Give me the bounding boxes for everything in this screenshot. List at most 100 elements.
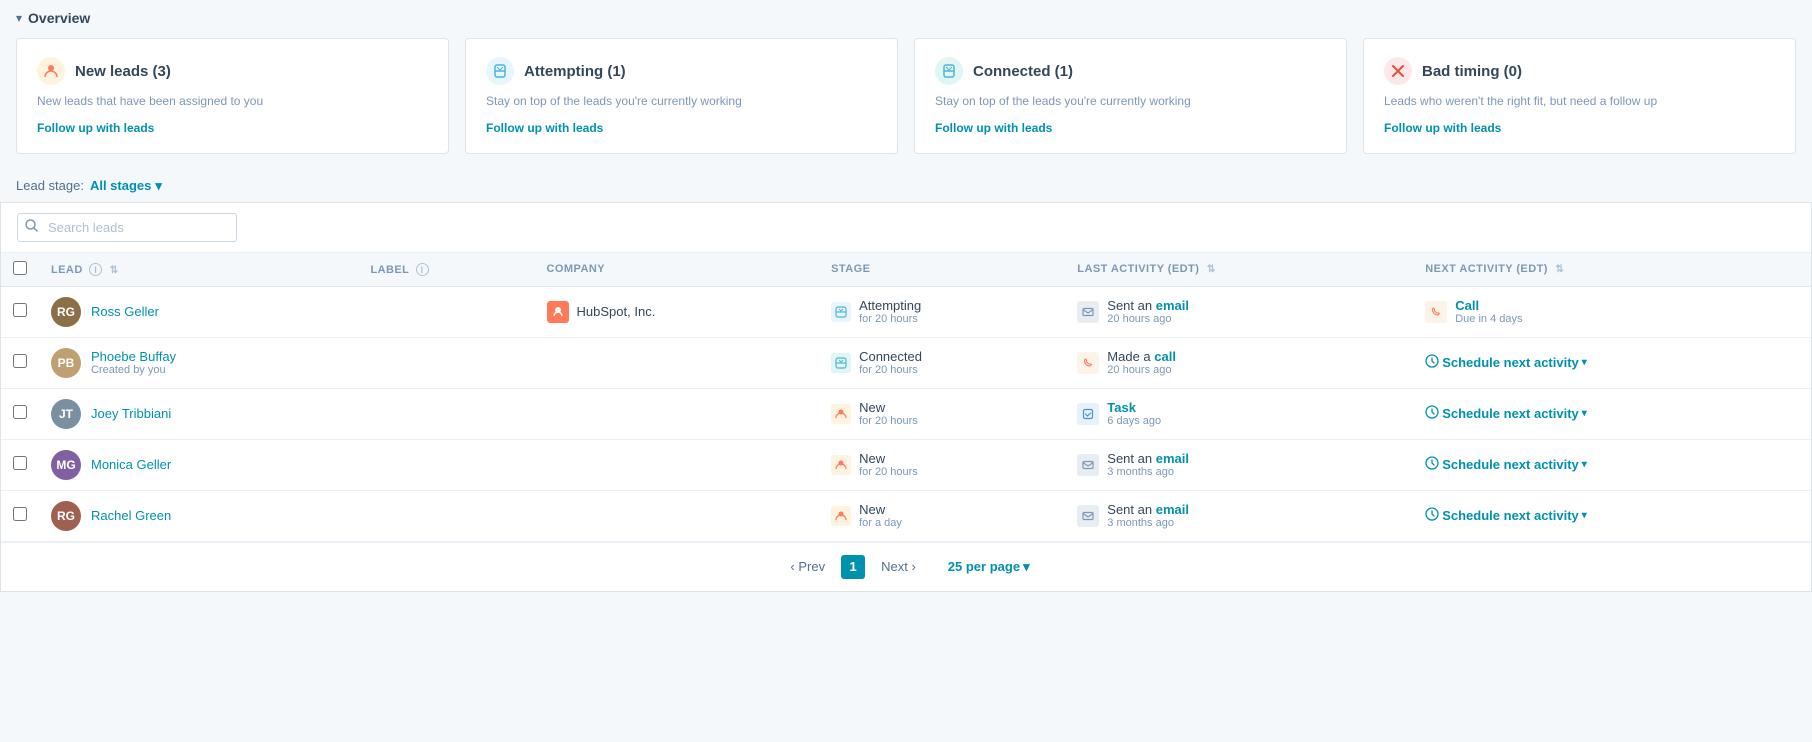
table-container: LEAD i ⇅ LABEL i COMPANY STAGE LAST ACTI…: [0, 202, 1812, 592]
lead-name[interactable]: Rachel Green: [91, 508, 171, 523]
row-checkbox[interactable]: [13, 405, 27, 419]
schedule-label: Schedule next activity: [1442, 406, 1579, 421]
card-icon-attempting: [486, 57, 514, 85]
company-name: HubSpot, Inc.: [577, 304, 656, 319]
search-icon: [25, 219, 38, 235]
schedule-next-activity-button[interactable]: Schedule next activity ▾: [1425, 507, 1587, 524]
activity-time: 6 days ago: [1107, 415, 1161, 427]
schedule-next-activity-button[interactable]: Schedule next activity ▾: [1425, 405, 1587, 422]
lead-stage-filter-button[interactable]: All stages ▾: [90, 178, 162, 194]
label-cell: [358, 439, 534, 490]
lead-info-icon: i: [89, 263, 102, 276]
lead-cell: MG Monica Geller: [51, 450, 346, 480]
card-icon-bad-timing: [1384, 57, 1412, 85]
activity-link[interactable]: email: [1156, 451, 1189, 466]
stage-duration: for 20 hours: [859, 364, 922, 376]
next-activity-name[interactable]: Call: [1455, 298, 1522, 313]
lead-info: Joey Tribbiani: [91, 406, 171, 421]
activity-time: 20 hours ago: [1107, 313, 1189, 325]
row-checkbox[interactable]: [13, 456, 27, 470]
activity-time: 3 months ago: [1107, 517, 1189, 529]
activity-text: Sent an email: [1107, 451, 1189, 466]
stage-cell: Connected for 20 hours: [831, 349, 1053, 376]
activity-link[interactable]: Task: [1107, 400, 1136, 415]
next-activity-sort-icon[interactable]: ⇅: [1555, 264, 1564, 275]
next-activity-cell-td: Schedule next activity ▾: [1413, 439, 1811, 490]
search-input[interactable]: [17, 213, 237, 242]
next-activity-cell-td: Schedule next activity ▾: [1413, 490, 1811, 541]
lead-sort-icon[interactable]: ⇅: [110, 265, 119, 276]
card-header-bad-timing: Bad timing (0): [1384, 57, 1775, 85]
card-link-bad-timing[interactable]: Follow up with leads: [1384, 121, 1501, 135]
row-checkbox[interactable]: [13, 507, 27, 521]
leads-table: LEAD i ⇅ LABEL i COMPANY STAGE LAST ACTI…: [1, 253, 1811, 542]
company-cell-td: [535, 439, 820, 490]
stage-name: New: [859, 400, 918, 415]
card-header-new-leads: New leads (3): [37, 57, 428, 85]
lead-cell: RG Rachel Green: [51, 501, 346, 531]
prev-chevron-icon: ‹: [790, 559, 794, 574]
lead-info: Ross Geller: [91, 304, 159, 319]
next-button[interactable]: Next ›: [873, 555, 924, 578]
header-company: COMPANY: [535, 253, 820, 287]
card-title-connected: Connected (1): [973, 63, 1073, 80]
schedule-next-activity-button[interactable]: Schedule next activity ▾: [1425, 354, 1587, 371]
per-page-chevron-icon: ▾: [1023, 559, 1030, 575]
row-checkbox-cell: [1, 337, 39, 388]
summary-card-bad-timing: Bad timing (0) Leads who weren't the rig…: [1363, 38, 1796, 154]
row-checkbox[interactable]: [13, 354, 27, 368]
select-all-checkbox[interactable]: [13, 261, 27, 275]
schedule-next-activity-button[interactable]: Schedule next activity ▾: [1425, 456, 1587, 473]
last-activity-cell: Sent an email 3 months ago: [1077, 502, 1401, 529]
last-activity-cell-td: Sent an email 20 hours ago: [1065, 286, 1413, 337]
last-activity-cell-td: Task 6 days ago: [1065, 388, 1413, 439]
lead-cell-td: PB Phoebe Buffay Created by you: [39, 337, 358, 388]
stage-cell: New for a day: [831, 502, 1053, 529]
stage-duration: for 20 hours: [859, 415, 918, 427]
lead-name[interactable]: Monica Geller: [91, 457, 171, 472]
stage-duration: for a day: [859, 517, 902, 529]
company-cell-td: [535, 337, 820, 388]
prev-label: Prev: [798, 559, 825, 574]
avatar: PB: [51, 348, 81, 378]
row-checkbox[interactable]: [13, 303, 27, 317]
table-row: RG Ross Geller HubSpot, Inc.: [1, 286, 1811, 337]
lead-cell: JT Joey Tribbiani: [51, 399, 346, 429]
last-activity-cell: Task 6 days ago: [1077, 400, 1401, 427]
last-activity-cell-td: Made a call 20 hours ago: [1065, 337, 1413, 388]
schedule-chevron-icon: ▾: [1582, 408, 1587, 419]
card-link-attempting[interactable]: Follow up with leads: [486, 121, 603, 135]
stage-name: Attempting: [859, 298, 921, 313]
stage-icon: [831, 506, 851, 526]
summary-cards: New leads (3) New leads that have been a…: [0, 32, 1812, 170]
activity-time: 20 hours ago: [1107, 364, 1176, 376]
next-activity-cell-td: Call Due in 4 days: [1413, 286, 1811, 337]
lead-name[interactable]: Joey Tribbiani: [91, 406, 171, 421]
activity-link[interactable]: email: [1156, 502, 1189, 517]
card-link-connected[interactable]: Follow up with leads: [935, 121, 1052, 135]
last-activity-cell-td: Sent an email 3 months ago: [1065, 439, 1413, 490]
label-cell: [358, 286, 534, 337]
prev-button[interactable]: ‹ Prev: [782, 555, 833, 578]
stage-cell-td: Attempting for 20 hours: [819, 286, 1065, 337]
table-row: JT Joey Tribbiani New for 20 hours Task: [1, 388, 1811, 439]
overview-header[interactable]: ▾ Overview: [0, 0, 1812, 32]
card-link-new-leads[interactable]: Follow up with leads: [37, 121, 154, 135]
per-page-button[interactable]: 25 per page ▾: [948, 559, 1030, 575]
search-bar-row: [1, 202, 1811, 253]
page-1-button[interactable]: 1: [841, 555, 865, 579]
lead-name[interactable]: Phoebe Buffay: [91, 349, 176, 364]
last-activity-sort-icon[interactable]: ⇅: [1207, 264, 1216, 275]
stage-cell-td: New for 20 hours: [819, 388, 1065, 439]
overview-title: Overview: [28, 10, 90, 26]
stage-icon: [831, 404, 851, 424]
schedule-icon: [1425, 456, 1439, 473]
table-header: LEAD i ⇅ LABEL i COMPANY STAGE LAST ACTI…: [1, 253, 1811, 287]
company-cell-td: [535, 388, 820, 439]
activity-time: 3 months ago: [1107, 466, 1189, 478]
activity-link[interactable]: email: [1156, 298, 1189, 313]
lead-name[interactable]: Ross Geller: [91, 304, 159, 319]
activity-link[interactable]: call: [1154, 349, 1176, 364]
activity-text: Sent an email: [1107, 298, 1189, 313]
lead-stage-chevron-icon: ▾: [155, 178, 162, 194]
